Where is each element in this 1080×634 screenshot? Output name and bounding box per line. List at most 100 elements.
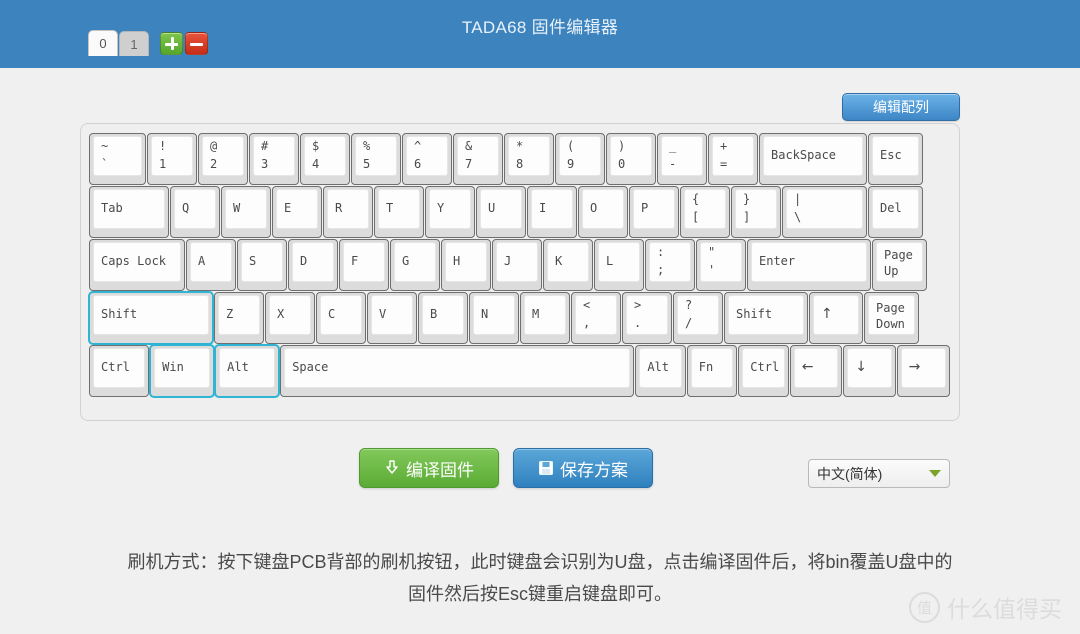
key-y[interactable]: Y — [425, 186, 475, 238]
key-9[interactable]: (9 — [555, 133, 605, 185]
key-win[interactable]: Win — [150, 345, 215, 397]
key-ctrl[interactable]: Ctrl — [89, 345, 150, 397]
key-legend-base: \ — [794, 210, 802, 224]
key-legend: G — [402, 254, 410, 268]
key-i[interactable]: I — [527, 186, 577, 238]
key-u[interactable]: U — [476, 186, 526, 238]
key-legend-base: / — [685, 316, 693, 330]
keycap: ~ ` — [93, 136, 142, 176]
key-pageup[interactable]: Page Up — [872, 239, 927, 291]
key-tab[interactable]: Tab — [89, 186, 169, 238]
key-r1-k13[interactable]: | \ — [782, 186, 867, 238]
key-r3-k12[interactable]: ↑ — [809, 292, 863, 344]
key-del[interactable]: Del — [868, 186, 923, 238]
key-m[interactable]: M — [520, 292, 570, 344]
key-a[interactable]: A — [186, 239, 236, 291]
key-h[interactable]: H — [441, 239, 491, 291]
key-legend-shifted: ? — [685, 298, 693, 312]
edit-layout-button[interactable]: 编辑配列 — [842, 93, 960, 121]
key-0[interactable]: ) 0 — [606, 133, 656, 185]
key-enter[interactable]: Enter — [747, 239, 871, 291]
key-r3-k10[interactable]: ? / — [673, 292, 723, 344]
key-r4-k8[interactable]: ↓ — [843, 345, 896, 397]
key-5[interactable]: % 5 — [351, 133, 401, 185]
keyboard-row: Shift Z X C V B N M <, >.? / Shift ↑ Page Down — [89, 292, 951, 344]
keyboard-row: ~ `! 1 @2 #3 $4% 5 ^ 6 & 7 * 8(9) 0 _ - + = BackSpace Esc — [89, 133, 951, 185]
key-legend-shifted: } — [743, 192, 751, 206]
key-1[interactable]: ! 1 — [147, 133, 197, 185]
key-r3-k9[interactable]: >. — [622, 292, 672, 344]
compile-firmware-button[interactable]: 编译固件 — [359, 448, 499, 488]
key-r0-k11[interactable]: _ - — [657, 133, 707, 185]
key-r0-k0[interactable]: ~ ` — [89, 133, 146, 185]
key-t[interactable]: T — [374, 186, 424, 238]
key-3[interactable]: #3 — [249, 133, 299, 185]
key-legend: L — [606, 254, 614, 268]
key-v[interactable]: V — [367, 292, 417, 344]
watermark-logo-icon: 值 — [909, 591, 940, 623]
key-legend-shifted: @ — [210, 139, 218, 153]
key-r3-k8[interactable]: <, — [571, 292, 621, 344]
key-l[interactable]: L — [594, 239, 644, 291]
key-7[interactable]: & 7 — [453, 133, 503, 185]
key-k[interactable]: K — [543, 239, 593, 291]
save-profile-button[interactable]: 保存方案 — [513, 448, 653, 488]
key-8[interactable]: * 8 — [504, 133, 554, 185]
key-r1-k11[interactable]: {[ — [680, 186, 730, 238]
keycap: E — [276, 189, 318, 229]
key-alt[interactable]: Alt — [215, 345, 280, 397]
keycap: Alt — [639, 348, 682, 388]
key-legend-base: 4 — [312, 157, 320, 171]
key-c[interactable]: C — [316, 292, 366, 344]
key-f[interactable]: F — [339, 239, 389, 291]
key-pagedown[interactable]: Page Down — [864, 292, 919, 344]
key-r2-k10[interactable]: :; — [645, 239, 695, 291]
keycap: | \ — [786, 189, 863, 229]
key-legend: H — [453, 254, 461, 268]
language-select[interactable]: 中文(简体) — [808, 459, 950, 488]
key-legend: Shift — [101, 307, 138, 321]
key-r1-k12[interactable]: }] — [731, 186, 781, 238]
key-n[interactable]: N — [469, 292, 519, 344]
key-backspace[interactable]: BackSpace — [759, 133, 867, 185]
keycap: Ctrl — [93, 348, 146, 388]
key-alt[interactable]: Alt — [635, 345, 686, 397]
key-esc[interactable]: Esc — [868, 133, 923, 185]
key-r4-k7[interactable]: ← — [789, 345, 843, 397]
layer-tab-1[interactable]: 1 — [119, 31, 149, 56]
key-b[interactable]: B — [418, 292, 468, 344]
key-4[interactable]: $4 — [300, 133, 350, 185]
key-r4-k9[interactable]: → — [896, 345, 950, 397]
key-p[interactable]: P — [629, 186, 679, 238]
key-g[interactable]: G — [390, 239, 440, 291]
key-r2-k11[interactable]: " ' — [696, 239, 746, 291]
key-r0-k12[interactable]: + = — [708, 133, 758, 185]
watermark-text: 什么值得买 — [947, 596, 1062, 622]
key-r[interactable]: R — [323, 186, 373, 238]
key-shift[interactable]: Shift — [89, 292, 213, 344]
key-legend: F — [351, 254, 359, 268]
key-j[interactable]: J — [492, 239, 542, 291]
key-shift[interactable]: Shift — [724, 292, 808, 344]
compile-firmware-label: 编译固件 — [406, 460, 474, 480]
key-legend-shifted: : — [657, 245, 665, 259]
key-fn[interactable]: Fn — [686, 345, 738, 397]
key-legend-shifted: # — [261, 139, 269, 153]
key-s[interactable]: S — [237, 239, 287, 291]
key-6[interactable]: ^ 6 — [402, 133, 452, 185]
layer-tab-0[interactable]: 0 — [88, 30, 118, 56]
key-z[interactable]: Z — [214, 292, 264, 344]
key-o[interactable]: O — [578, 186, 628, 238]
key-legend-shifted: ) — [618, 139, 626, 153]
key-x[interactable]: X — [265, 292, 315, 344]
remove-layer-button[interactable] — [185, 32, 208, 55]
add-layer-button[interactable] — [160, 32, 183, 55]
key-e[interactable]: E — [272, 186, 322, 238]
key-space[interactable]: Space — [280, 345, 635, 397]
key-d[interactable]: D — [288, 239, 338, 291]
key-w[interactable]: W — [221, 186, 271, 238]
key-2[interactable]: @2 — [198, 133, 248, 185]
key-q[interactable]: Q — [170, 186, 220, 238]
key-ctrl[interactable]: Ctrl — [738, 345, 789, 397]
key-caps-lock[interactable]: Caps Lock — [89, 239, 185, 291]
